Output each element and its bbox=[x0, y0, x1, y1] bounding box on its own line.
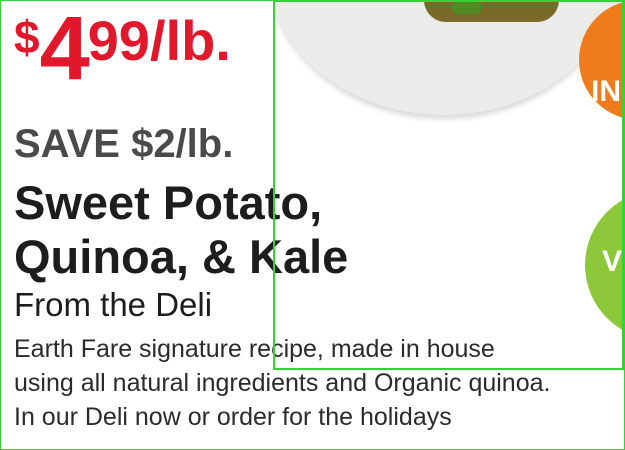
price-dollars: 4 bbox=[39, 0, 90, 99]
description-line2: using all natural ingredients and Organi… bbox=[14, 369, 551, 397]
image-frame bbox=[273, 0, 624, 370]
save-text: SAVE $2/lb. bbox=[14, 122, 234, 166]
price-cents-unit: 99/lb. bbox=[87, 9, 231, 72]
subtitle: From the Deli bbox=[14, 286, 213, 323]
price: $499/lb. bbox=[14, 4, 231, 94]
price-currency: $ bbox=[14, 11, 40, 63]
description-line3: In our Deli now or order for the holiday… bbox=[14, 403, 452, 431]
